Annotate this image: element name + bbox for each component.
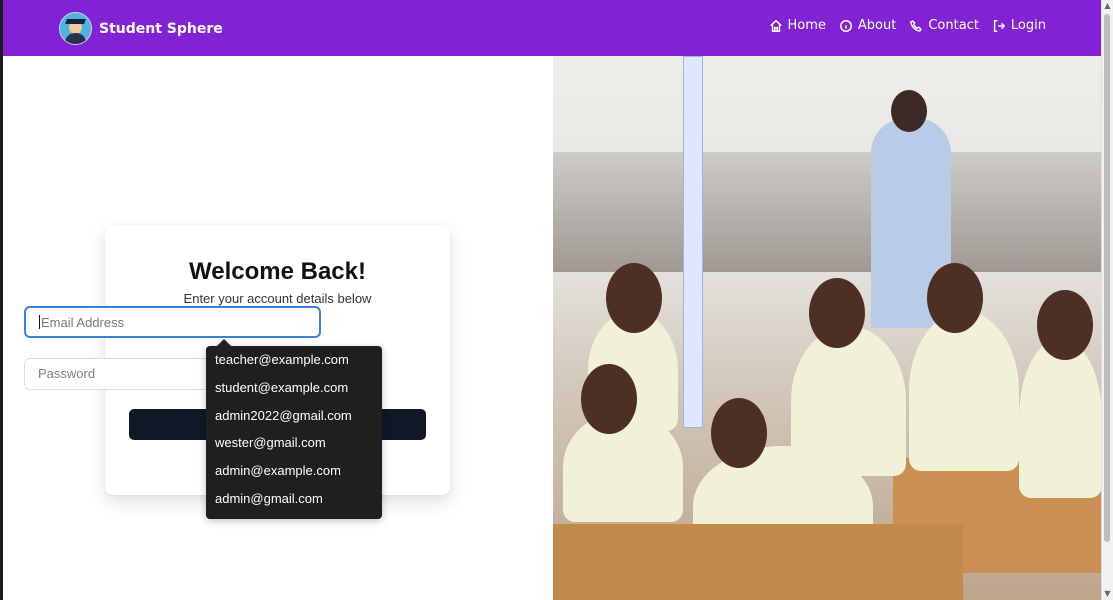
login-subtitle: Enter your account details below — [183, 291, 372, 306]
scroll-down-arrow-icon[interactable]: ▼ — [1104, 590, 1111, 598]
autocomplete-option[interactable]: admin2022@gmail.com — [206, 402, 382, 430]
nav-login-label: Login — [1010, 18, 1046, 33]
autocomplete-option[interactable]: admin@gmail.com — [206, 485, 382, 513]
login-title: Welcome Back! — [189, 258, 366, 286]
left-window-edge — [0, 0, 3, 600]
scrollbar-thumb[interactable] — [1104, 14, 1110, 542]
nav-home-label: Home — [787, 18, 826, 33]
password-placeholder: Password — [38, 366, 96, 381]
phone-icon — [910, 20, 923, 32]
nav-home-link[interactable]: Home — [769, 18, 826, 34]
student-avatar-logo-icon — [59, 12, 92, 45]
nav-login-link[interactable]: Login — [992, 18, 1046, 34]
tent-pole — [683, 56, 703, 428]
background-students-area — [553, 152, 1102, 272]
nav-contact-link[interactable]: Contact — [909, 18, 979, 34]
classroom-photo — [553, 56, 1102, 600]
home-icon — [769, 19, 782, 32]
main-navigation: Home About Contact Login — [769, 18, 1046, 34]
nav-contact-label: Contact — [928, 18, 979, 33]
brand-name: Student Sphere — [99, 20, 223, 37]
student-figure — [909, 263, 1019, 471]
email-field[interactable]: Email Address — [24, 306, 321, 338]
nav-about-label: About — [857, 18, 897, 33]
autocomplete-option[interactable]: admin@example.com — [206, 457, 382, 485]
student-figure — [563, 364, 683, 522]
student-figure — [1019, 290, 1102, 498]
info-icon — [839, 20, 852, 32]
autocomplete-option[interactable]: student@example.com — [206, 374, 382, 402]
nav-about-link[interactable]: About — [839, 18, 896, 34]
front-desk — [553, 524, 963, 600]
login-icon — [993, 20, 1006, 32]
autocomplete-option[interactable]: wester@gmail.com — [206, 429, 382, 457]
top-navbar: Student Sphere Home About Contact Login — [3, 0, 1102, 56]
brand[interactable]: Student Sphere — [59, 12, 223, 45]
scroll-up-arrow-icon[interactable]: ▲ — [1104, 2, 1111, 10]
autocomplete-option[interactable]: teacher@example.com — [206, 346, 382, 374]
email-autocomplete-dropdown: teacher@example.com student@example.com … — [206, 339, 382, 519]
vertical-scrollbar[interactable]: ▲ ▼ — [1101, 0, 1113, 600]
email-placeholder: Email Address — [41, 315, 125, 330]
text-cursor — [39, 315, 40, 329]
